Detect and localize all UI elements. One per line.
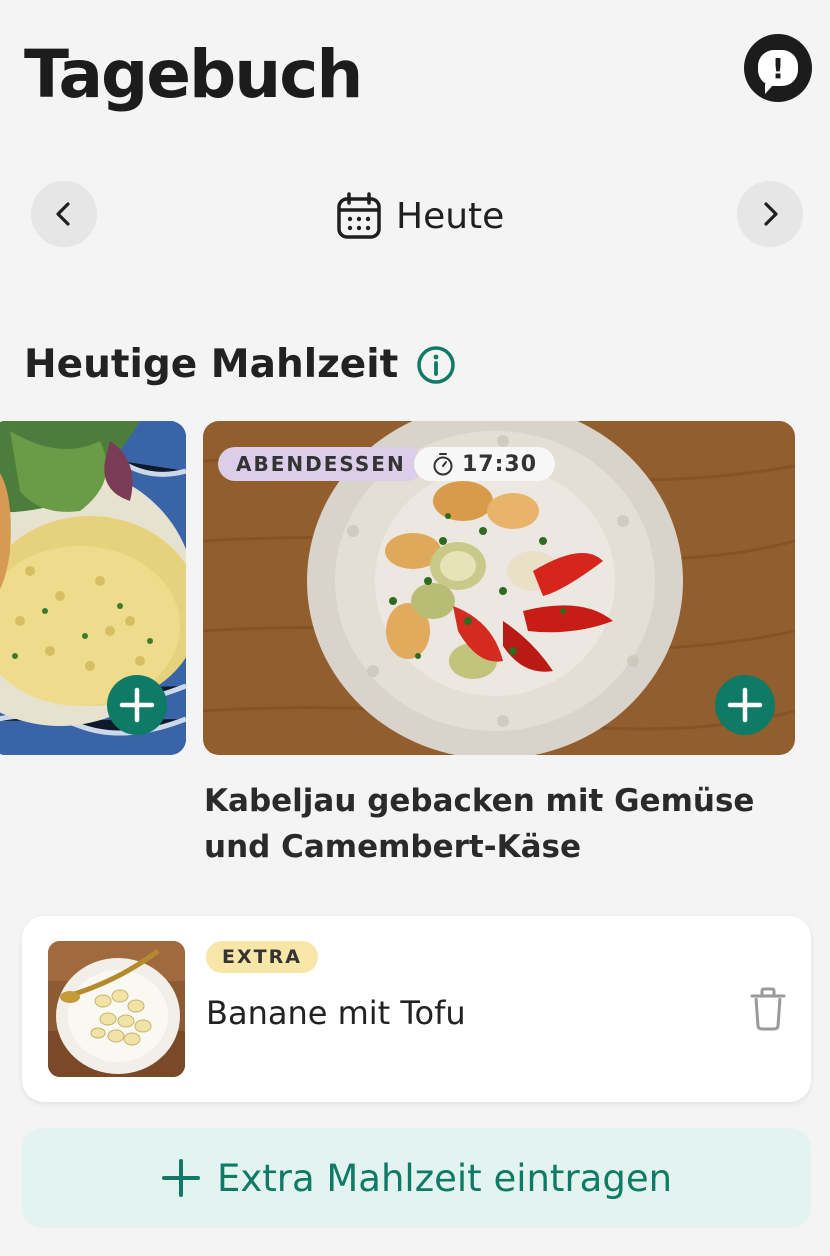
meal-name[interactable]: Kabeljau gebacken mit Gemüse und Camembe… — [204, 778, 804, 870]
previous-meal-image[interactable] — [0, 421, 186, 755]
chevron-left-icon — [56, 202, 70, 226]
meal-time-text: 17:30 — [462, 451, 538, 477]
trash-icon[interactable] — [748, 986, 788, 1032]
add-extra-meal-label: Extra Mahlzeit eintragen — [216, 1156, 673, 1200]
previous-day-button[interactable] — [31, 181, 97, 247]
extra-meal-thumbnail — [48, 941, 185, 1077]
section-heading: Heutige Mahlzeit — [24, 342, 456, 387]
stopwatch-icon — [433, 453, 453, 476]
section-title-text: Heutige Mahlzeit — [24, 342, 399, 387]
feedback-button[interactable]: ! — [744, 34, 812, 102]
date-selector[interactable]: Heute — [336, 188, 504, 244]
page-title: Tagebuch — [24, 36, 363, 113]
add-previous-meal-button[interactable] — [107, 675, 167, 735]
add-meal-button[interactable] — [715, 675, 775, 735]
banana-bowl-image — [48, 941, 185, 1077]
plus-icon — [727, 687, 763, 723]
meal-time-badge: 17:30 — [414, 447, 556, 481]
date-label-text: Heute — [396, 195, 505, 237]
plus-icon — [119, 687, 155, 723]
chevron-right-icon — [764, 202, 778, 226]
extra-meal-name: Banane mit Tofu — [206, 994, 466, 1032]
feedback-exclamation-icon: ! — [758, 50, 798, 94]
info-icon[interactable] — [416, 345, 456, 385]
extra-badge: EXTRA — [206, 941, 318, 973]
add-extra-meal-button[interactable]: Extra Mahlzeit eintragen — [22, 1128, 811, 1228]
plus-icon — [161, 1159, 200, 1197]
calendar-icon — [337, 192, 381, 239]
extra-meal-card[interactable]: EXTRA Banane mit Tofu — [22, 916, 811, 1102]
meal-type-badge: ABENDESSEN — [218, 447, 424, 481]
next-day-button[interactable] — [737, 181, 803, 247]
